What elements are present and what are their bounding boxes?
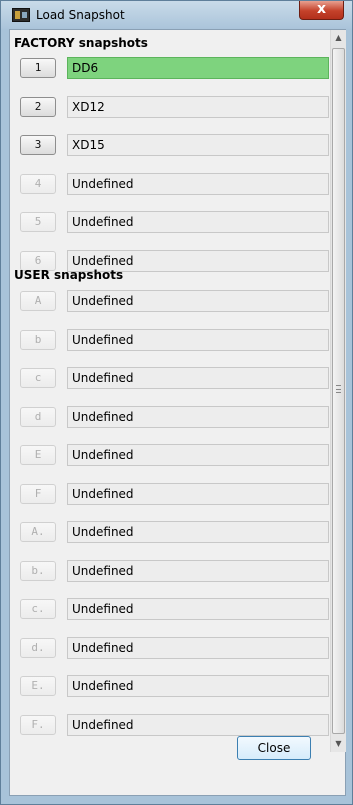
user-slot-button: d (20, 406, 56, 427)
user-snapshot-name[interactable]: Undefined (67, 521, 329, 543)
app-icon (12, 8, 30, 22)
user-section-header: USER snapshots (14, 268, 124, 282)
user-slot-button: F. (20, 714, 56, 735)
user-snapshot-row: E Undefined (20, 444, 330, 466)
close-icon: x (316, 1, 327, 17)
user-snapshot-row: F Undefined (20, 482, 330, 505)
user-snapshot-name[interactable]: Undefined (67, 636, 329, 659)
user-snapshot-row: A. Undefined (20, 521, 330, 543)
scroll-up-arrow-icon[interactable]: ▲ (331, 30, 346, 46)
factory-snapshot-row: 5 Undefined (20, 211, 330, 233)
user-snapshot-row: d. Undefined (20, 636, 330, 659)
user-snapshot-row: A Undefined (20, 290, 330, 312)
user-snapshot-row: c. Undefined (20, 598, 330, 620)
factory-snapshot-row: 2 XD12 (20, 95, 330, 118)
user-slot-button: F (20, 483, 56, 504)
window-title: Load Snapshot (36, 8, 125, 22)
user-slot-button: b (20, 329, 56, 350)
user-snapshot-row: b. Undefined (20, 559, 330, 582)
user-slot-button: A. (20, 522, 56, 542)
user-slot-button: c (20, 368, 56, 388)
factory-section-header: FACTORY snapshots (14, 36, 148, 50)
user-slot-button: A (20, 291, 56, 311)
grip-icon (336, 385, 341, 393)
window-close-button[interactable]: x (299, 1, 344, 20)
load-snapshot-window: Load Snapshot x FACTORY snapshots 1 DD6 2 X… (0, 0, 353, 805)
factory-snapshot-name[interactable]: XD12 (67, 95, 329, 118)
user-snapshot-name[interactable]: Undefined (67, 482, 329, 505)
user-slot-button: d. (20, 637, 56, 658)
factory-snapshot-row: 3 XD15 (20, 134, 330, 156)
user-snapshot-name[interactable]: Undefined (67, 367, 329, 389)
user-slot-button: c. (20, 599, 56, 619)
factory-slot-button: 5 (20, 212, 56, 232)
user-snapshot-row: c Undefined (20, 367, 330, 389)
title-bar[interactable]: Load Snapshot x (1, 1, 352, 29)
factory-snapshot-row: 4 Undefined (20, 172, 330, 195)
factory-slot-button[interactable]: 2 (20, 96, 56, 117)
user-snapshot-name[interactable]: Undefined (67, 444, 329, 466)
user-snapshot-name[interactable]: Undefined (67, 405, 329, 428)
factory-snapshot-name[interactable]: DD6 (67, 57, 329, 79)
factory-slot-button[interactable]: 3 (20, 135, 56, 155)
dialog-body: FACTORY snapshots 1 DD6 2 XD12 3 XD15 4 Undefin… (9, 29, 346, 796)
factory-snapshot-row: 1 DD6 (20, 57, 330, 79)
user-slot-button: E. (20, 676, 56, 696)
user-slot-button: E (20, 445, 56, 465)
factory-snapshot-name[interactable]: Undefined (67, 211, 329, 233)
factory-snapshot-name[interactable]: Undefined (67, 172, 329, 195)
scrollbar-thumb[interactable] (332, 48, 345, 734)
user-snapshot-name[interactable]: Undefined (67, 598, 329, 620)
user-snapshot-name[interactable]: Undefined (67, 713, 329, 736)
scroll-down-arrow-icon[interactable]: ▼ (331, 736, 346, 752)
user-snapshot-row: b Undefined (20, 328, 330, 351)
snapshot-list[interactable]: FACTORY snapshots 1 DD6 2 XD12 3 XD15 4 Undefin… (10, 30, 330, 752)
close-button[interactable]: Close (237, 736, 311, 760)
user-slot-button: b. (20, 560, 56, 581)
user-snapshot-name[interactable]: Undefined (67, 559, 329, 582)
user-snapshot-row: E. Undefined (20, 675, 330, 697)
user-snapshot-name[interactable]: Undefined (67, 290, 329, 312)
factory-snapshot-name[interactable]: XD15 (67, 134, 329, 156)
user-snapshot-name[interactable]: Undefined (67, 328, 329, 351)
vertical-scrollbar[interactable]: ▲ ▼ (330, 30, 346, 752)
factory-slot-button[interactable]: 1 (20, 58, 56, 78)
user-snapshot-name[interactable]: Undefined (67, 675, 329, 697)
user-snapshot-row: d Undefined (20, 405, 330, 428)
user-snapshot-row: F. Undefined (20, 713, 330, 736)
factory-slot-button: 4 (20, 173, 56, 194)
